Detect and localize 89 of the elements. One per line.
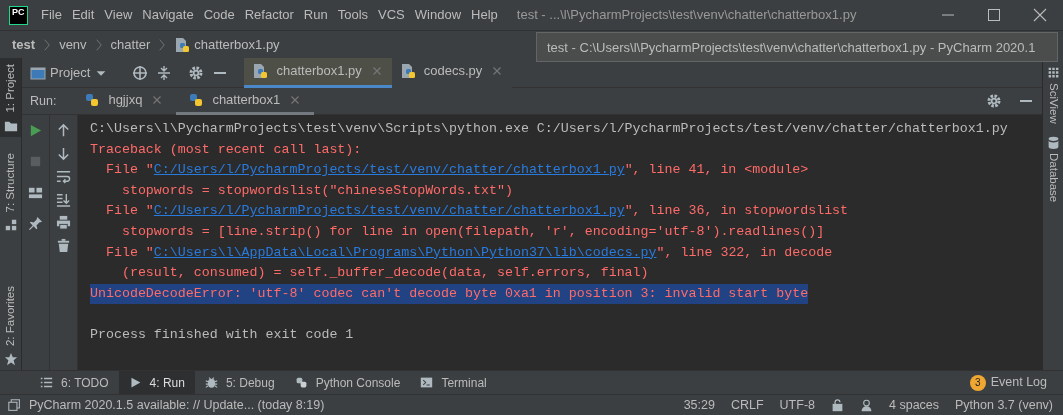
terminal-icon <box>420 376 434 389</box>
tool-window-button[interactable]: 1: Project <box>0 58 21 137</box>
window-title: test - ...\l\PycharmProjects\test\venv\chatter\chatterbox1.py <box>516 6 857 25</box>
tool-window-button[interactable]: 2: Favorites <box>0 279 21 370</box>
panel-icon <box>30 64 46 81</box>
up-arrow-icon[interactable] <box>56 123 71 138</box>
tab-label: 5: Debug <box>225 374 275 392</box>
run-tab[interactable]: hgjjxq <box>72 87 177 115</box>
python-file-icon <box>252 63 269 79</box>
tool-tab[interactable]: Terminal <box>410 371 497 394</box>
console-line: Process finished with exit code 1 <box>90 325 354 344</box>
lock-icon[interactable] <box>831 398 844 412</box>
breadcrumb-item[interactable]: venv <box>59 34 87 55</box>
breadcrumb-item[interactable]: chatter <box>110 34 151 55</box>
tab-label: hgjjxq <box>108 90 143 109</box>
status-item[interactable]: Python 3.7 (venv) <box>955 395 1053 415</box>
tooltip: test - C:\Users\l\PycharmProjects\test\venv\chatter\chatterbox1.py - PyCharm 2020.1 <box>536 32 1058 62</box>
console-line: File "C:/Users/l/PycharmProjects/test/venv/chatter/chatterbox1.py", line 36, in stopwordslist <box>104 202 849 221</box>
tool-tab[interactable]: 5: Debug <box>194 371 285 394</box>
breadcrumb-item[interactable]: test <box>12 34 36 55</box>
tool-window-button[interactable]: SciView <box>1044 66 1062 128</box>
console-line: stopwords = stopwordslist("chineseStopWords.txt") <box>120 181 513 200</box>
menu-item[interactable]: Navigate <box>137 5 199 25</box>
status-item[interactable]: 4 spaces <box>889 395 940 415</box>
tab-label: Python Console <box>315 374 401 392</box>
menu-item[interactable]: Tools <box>332 5 374 25</box>
editor-tab[interactable]: chatterbox1.py <box>244 57 392 88</box>
collapse-all-icon[interactable] <box>156 64 173 81</box>
menu-item[interactable]: Code <box>198 5 240 25</box>
tool-tab[interactable]: 6: TODO <box>30 371 119 394</box>
menu-item[interactable]: Refactor <box>239 5 299 25</box>
breadcrumb-item[interactable]: chatterbox1.py <box>194 34 280 55</box>
menu-item[interactable]: Edit <box>66 5 100 25</box>
pin-icon[interactable] <box>28 216 43 231</box>
console-line: File "C:\Users\l\AppData\Local\Programs\Python\Python37\lib\codecs.py", line 322, in decode <box>104 243 833 262</box>
copy-icon[interactable] <box>8 398 21 412</box>
person-icon[interactable] <box>860 398 873 412</box>
console-line: File "C:/Users/l/PycharmProjects/test/venv/chatter/chatterbox1.py", line 41, in <module> <box>104 161 809 180</box>
python-file-icon <box>174 36 191 53</box>
tab-label: codecs.py <box>423 62 483 81</box>
locate-icon[interactable] <box>132 64 149 81</box>
layout-icon[interactable] <box>28 185 43 200</box>
database-icon <box>1046 135 1060 149</box>
tab-label: Event Log <box>990 374 1047 392</box>
menu-item[interactable]: View <box>99 5 138 25</box>
tab-label: 4: Run <box>149 374 185 392</box>
status-item[interactable]: UTF-8 <box>779 395 815 415</box>
maximize-icon[interactable] <box>986 7 1002 23</box>
down-arrow-icon[interactable] <box>56 146 71 161</box>
scroll-to-end-icon[interactable] <box>56 192 71 207</box>
close-icon[interactable] <box>1032 7 1048 23</box>
menu-item[interactable]: VCS <box>373 5 410 25</box>
grid-icon <box>1046 66 1060 79</box>
status-message[interactable]: PyCharm 2020.1.5 available: // Update... (today 8:19) <box>29 395 325 415</box>
tab-label: Terminal <box>441 374 487 392</box>
play-icon <box>128 376 142 389</box>
soft-wrap-icon[interactable] <box>56 169 71 184</box>
console-line: stopwords = [line.strip() for line in open(filepath, 'r', encoding='utf-8').readlines()] <box>120 222 825 241</box>
star-icon <box>3 352 18 366</box>
tool-window-button[interactable]: Database <box>1044 135 1062 206</box>
settings-icon[interactable] <box>986 93 1002 109</box>
run-icon[interactable] <box>28 123 43 138</box>
tab-label: chatterbox1.py <box>276 62 362 81</box>
list-icon <box>40 376 53 389</box>
menu-item[interactable]: File <box>36 5 67 25</box>
console-line: Traceback (most recent call last): <box>90 140 362 159</box>
console-line: C:\Users\l\PycharmProjects\test\venv\Scripts\python.exe C:/Users/l/PycharmProjects/test/venv/chatter/chatterbox1.py <box>90 120 1008 138</box>
tool-window-button[interactable]: 7: Structure <box>0 146 21 237</box>
app-logo: PC <box>9 5 28 25</box>
menu-item[interactable]: Run <box>298 5 333 25</box>
status-item[interactable]: CRLF <box>730 395 764 415</box>
structure-icon <box>3 218 18 233</box>
panel-title[interactable]: Project <box>50 62 91 83</box>
python-file-icon <box>399 63 416 79</box>
print-icon[interactable] <box>56 215 71 230</box>
run-label: Run: <box>30 92 57 110</box>
tab-label: 6: TODO <box>61 374 109 392</box>
console-line: (result, consumed) = self._buffer_decode(data, self.errors, final) <box>120 264 649 283</box>
settings-icon[interactable] <box>188 64 205 81</box>
count-badge: 3 <box>969 374 986 391</box>
tab-label: chatterbox1 <box>212 90 281 109</box>
tool-tab[interactable]: Python Console <box>284 371 411 394</box>
status-item[interactable]: 35:29 <box>683 395 715 415</box>
menu-item[interactable]: Window <box>409 5 467 25</box>
event-log-button[interactable]: 3 Event Log <box>969 373 1047 392</box>
trash-icon[interactable] <box>56 238 71 253</box>
bug-icon <box>204 376 218 389</box>
menu-item[interactable]: Help <box>466 5 503 25</box>
tool-tab[interactable]: 4: Run <box>118 371 195 394</box>
